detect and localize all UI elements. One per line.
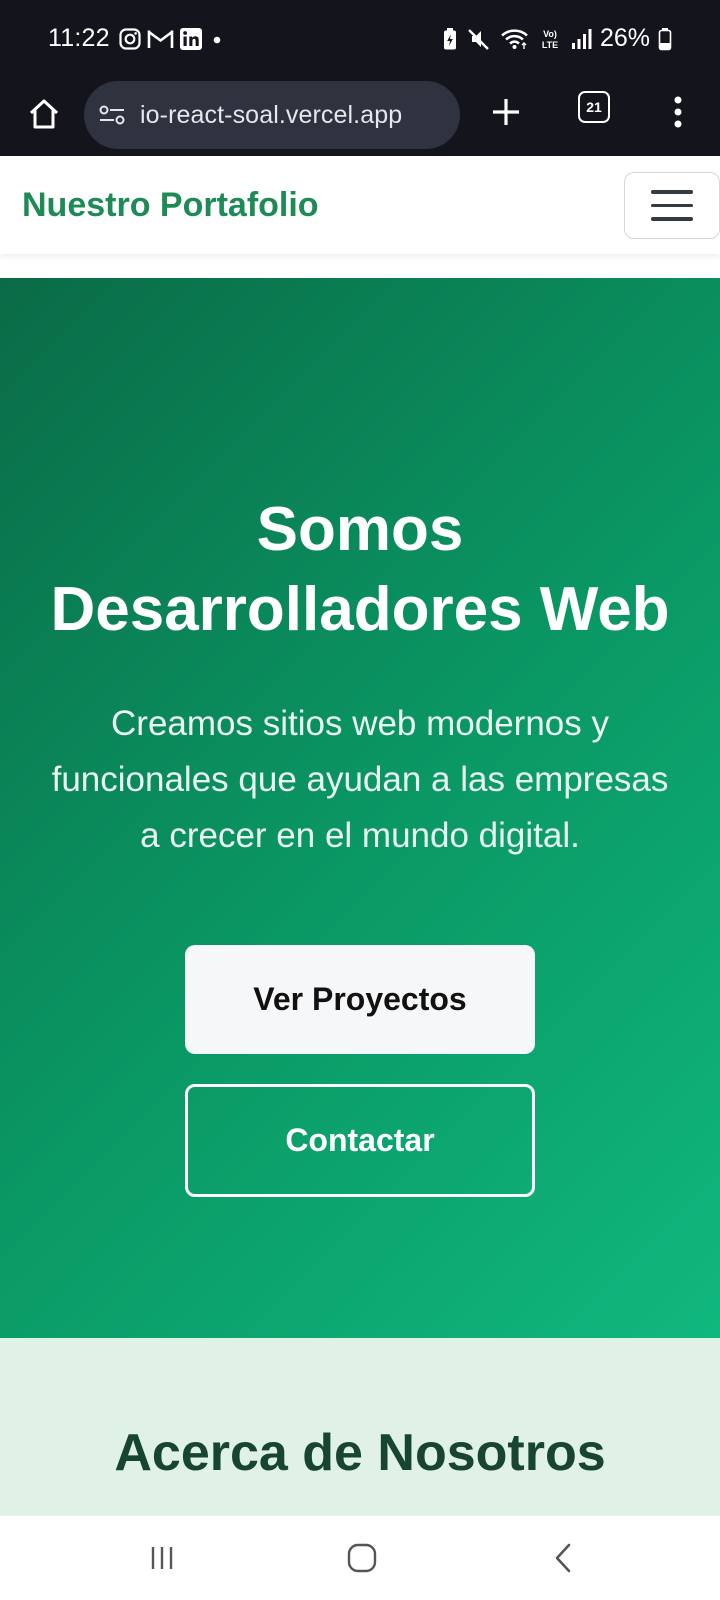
mute-icon <box>466 27 492 51</box>
contact-button[interactable]: Contactar <box>185 1084 535 1197</box>
brand-link[interactable]: Nuestro Portafolio <box>22 186 319 225</box>
about-section: Acerca de Nosotros <box>0 1338 720 1516</box>
volte-icon: Vo) LTE <box>538 27 562 51</box>
address-bar[interactable]: io-react-soal.vercel.app <box>84 81 460 149</box>
hero-subtitle-line: Creamos sitios web modernos y <box>111 704 609 743</box>
phone-screen: 11:22 Vo) LTE 26% io-react-soal.vercel.a… <box>0 0 720 1600</box>
hero-title-line: Desarrolladores Web <box>50 575 670 644</box>
hero-subtitle: Creamos sitios web modernos y funcionale… <box>26 696 694 864</box>
browser-menu-button[interactable] <box>664 88 692 136</box>
instagram-icon <box>118 27 142 51</box>
hamburger-icon <box>651 190 693 194</box>
kebab-menu-icon <box>674 96 682 128</box>
svg-text:Vo): Vo) <box>543 29 557 39</box>
home-icon <box>29 99 59 129</box>
svg-text:LTE: LTE <box>542 40 558 50</box>
plus-icon <box>493 99 519 125</box>
recents-button[interactable] <box>138 1536 186 1580</box>
hero-title: Somos Desarrolladores Web <box>20 490 700 650</box>
url-text[interactable]: io-react-soal.vercel.app <box>140 101 402 130</box>
notification-icons <box>118 27 226 51</box>
hamburger-icon <box>651 217 693 221</box>
back-icon <box>555 1543 571 1573</box>
about-title: Acerca de Nosotros <box>114 1424 606 1482</box>
battery-saver-icon <box>442 27 458 51</box>
hamburger-icon <box>651 203 693 208</box>
hero-section: Somos Desarrolladores Web Creamos sitios… <box>0 278 720 1338</box>
battery-percent: 26% <box>599 24 650 52</box>
tab-switcher-button[interactable]: 21 <box>578 91 610 123</box>
recents-icon <box>151 1547 173 1569</box>
view-projects-button[interactable]: Ver Proyectos <box>185 945 535 1054</box>
site-navbar: Nuestro Portafolio <box>0 156 720 254</box>
back-button[interactable] <box>540 1536 588 1580</box>
battery-icon <box>658 27 672 51</box>
status-bar: 11:22 Vo) LTE 26% <box>0 0 720 78</box>
site-settings-icon[interactable] <box>98 103 130 127</box>
linkedin-icon <box>179 27 203 51</box>
navbar-toggle-button[interactable] <box>624 172 720 239</box>
browser-home-button[interactable] <box>22 92 66 136</box>
gmail-icon <box>147 28 174 50</box>
wifi-icon <box>500 27 530 51</box>
status-time: 11:22 <box>48 24 110 52</box>
signal-icon <box>570 28 592 50</box>
new-tab-button[interactable] <box>484 90 528 134</box>
hero-subtitle-line: a crecer en el mundo digital. <box>140 816 580 855</box>
system-home-button[interactable] <box>338 1536 386 1580</box>
dot-icon <box>208 29 226 49</box>
browser-toolbar: io-react-soal.vercel.app 21 <box>0 78 720 156</box>
hero-title-line: Somos <box>256 495 464 564</box>
system-navigation-bar <box>0 1516 720 1600</box>
system-status-icons: Vo) LTE 26% <box>442 24 672 53</box>
hero-subtitle-line: funcionales que ayudan a las empresas <box>51 760 669 799</box>
home-icon <box>347 1543 377 1573</box>
